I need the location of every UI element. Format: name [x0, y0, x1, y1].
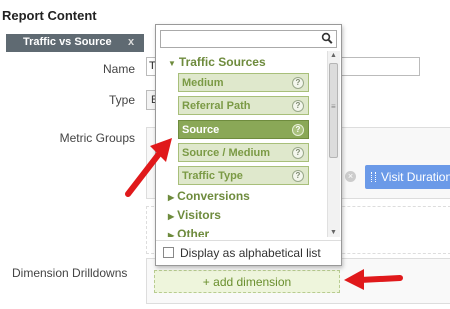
divider — [156, 240, 341, 241]
red-arrow-annotation-left — [125, 138, 172, 197]
tab-traffic-vs-source[interactable]: Traffic vs Source x — [6, 34, 144, 52]
visit-duration-label: Visit Duration — [381, 170, 450, 184]
help-icon[interactable]: ? — [292, 124, 304, 136]
search-icon[interactable] — [321, 32, 333, 45]
tab-label: Traffic vs Source — [23, 36, 112, 48]
item-label: Referral Path — [182, 100, 251, 112]
alphabetical-list-label: Display as alphabetical list — [180, 246, 321, 260]
grip-icon: ≡ — [331, 102, 336, 111]
list-item-medium[interactable]: Medium ? — [178, 73, 309, 92]
help-icon[interactable]: ? — [292, 100, 304, 112]
dimension-drilldowns-label: Dimension Drilldowns — [12, 266, 128, 280]
alphabetical-list-checkbox[interactable] — [163, 247, 174, 258]
help-icon[interactable]: ? — [292, 170, 304, 182]
item-label: Source / Medium — [182, 147, 271, 159]
triangle-right-icon: ▶ — [168, 231, 175, 237]
triangle-down-icon: ▼ — [168, 59, 176, 68]
report-content-title: Report Content — [2, 8, 97, 23]
category-label: Visitors — [177, 208, 221, 222]
category-traffic-sources[interactable]: ▼ Traffic Sources — [168, 55, 266, 69]
dimension-list[interactable]: ▼ Traffic Sources Medium ? Referral Path … — [158, 51, 326, 237]
item-label: Source — [182, 124, 220, 136]
help-icon[interactable]: ? — [292, 77, 304, 89]
list-item-referral-path[interactable]: Referral Path ? — [178, 96, 309, 115]
type-label: Type — [108, 93, 135, 107]
drag-grip-icon[interactable] — [371, 172, 376, 182]
dimension-search-input[interactable] — [160, 30, 337, 48]
list-item-traffic-type[interactable]: Traffic Type ? — [178, 166, 309, 185]
scroll-up-icon[interactable]: ▲ — [330, 52, 337, 59]
scrollbar-thumb[interactable]: ≡ — [329, 63, 338, 158]
category-other[interactable]: ▶ Other — [168, 227, 209, 237]
visit-duration-chip[interactable]: Visit Duration — [365, 165, 450, 189]
remove-metric-icon[interactable]: × — [345, 171, 356, 182]
category-label: Conversions — [177, 189, 250, 203]
scroll-down-icon[interactable]: ▼ — [330, 229, 337, 236]
category-label: Traffic Sources — [178, 55, 266, 69]
item-label: Traffic Type — [182, 170, 243, 182]
category-label: Other — [177, 227, 210, 237]
triangle-right-icon: ▶ — [168, 212, 175, 221]
dimension-picker-dropdown: ▼ Traffic Sources Medium ? Referral Path … — [155, 24, 342, 266]
list-item-source-medium[interactable]: Source / Medium ? — [178, 143, 309, 162]
red-arrow-annotation-right — [344, 269, 403, 290]
category-conversions[interactable]: ▶ Conversions — [168, 189, 250, 203]
name-label: Name — [102, 62, 135, 76]
category-visitors[interactable]: ▶ Visitors — [168, 208, 221, 222]
list-item-source[interactable]: Source ? — [178, 120, 309, 139]
help-icon[interactable]: ? — [292, 147, 304, 159]
tab-close-button[interactable]: x — [128, 36, 134, 48]
add-dimension-button[interactable]: + add dimension — [154, 270, 340, 293]
item-label: Medium — [182, 77, 224, 89]
metric-groups-label: Metric Groups — [59, 131, 135, 145]
dimension-list-scrollbar[interactable]: ▲ ≡ ▼ — [327, 51, 340, 237]
